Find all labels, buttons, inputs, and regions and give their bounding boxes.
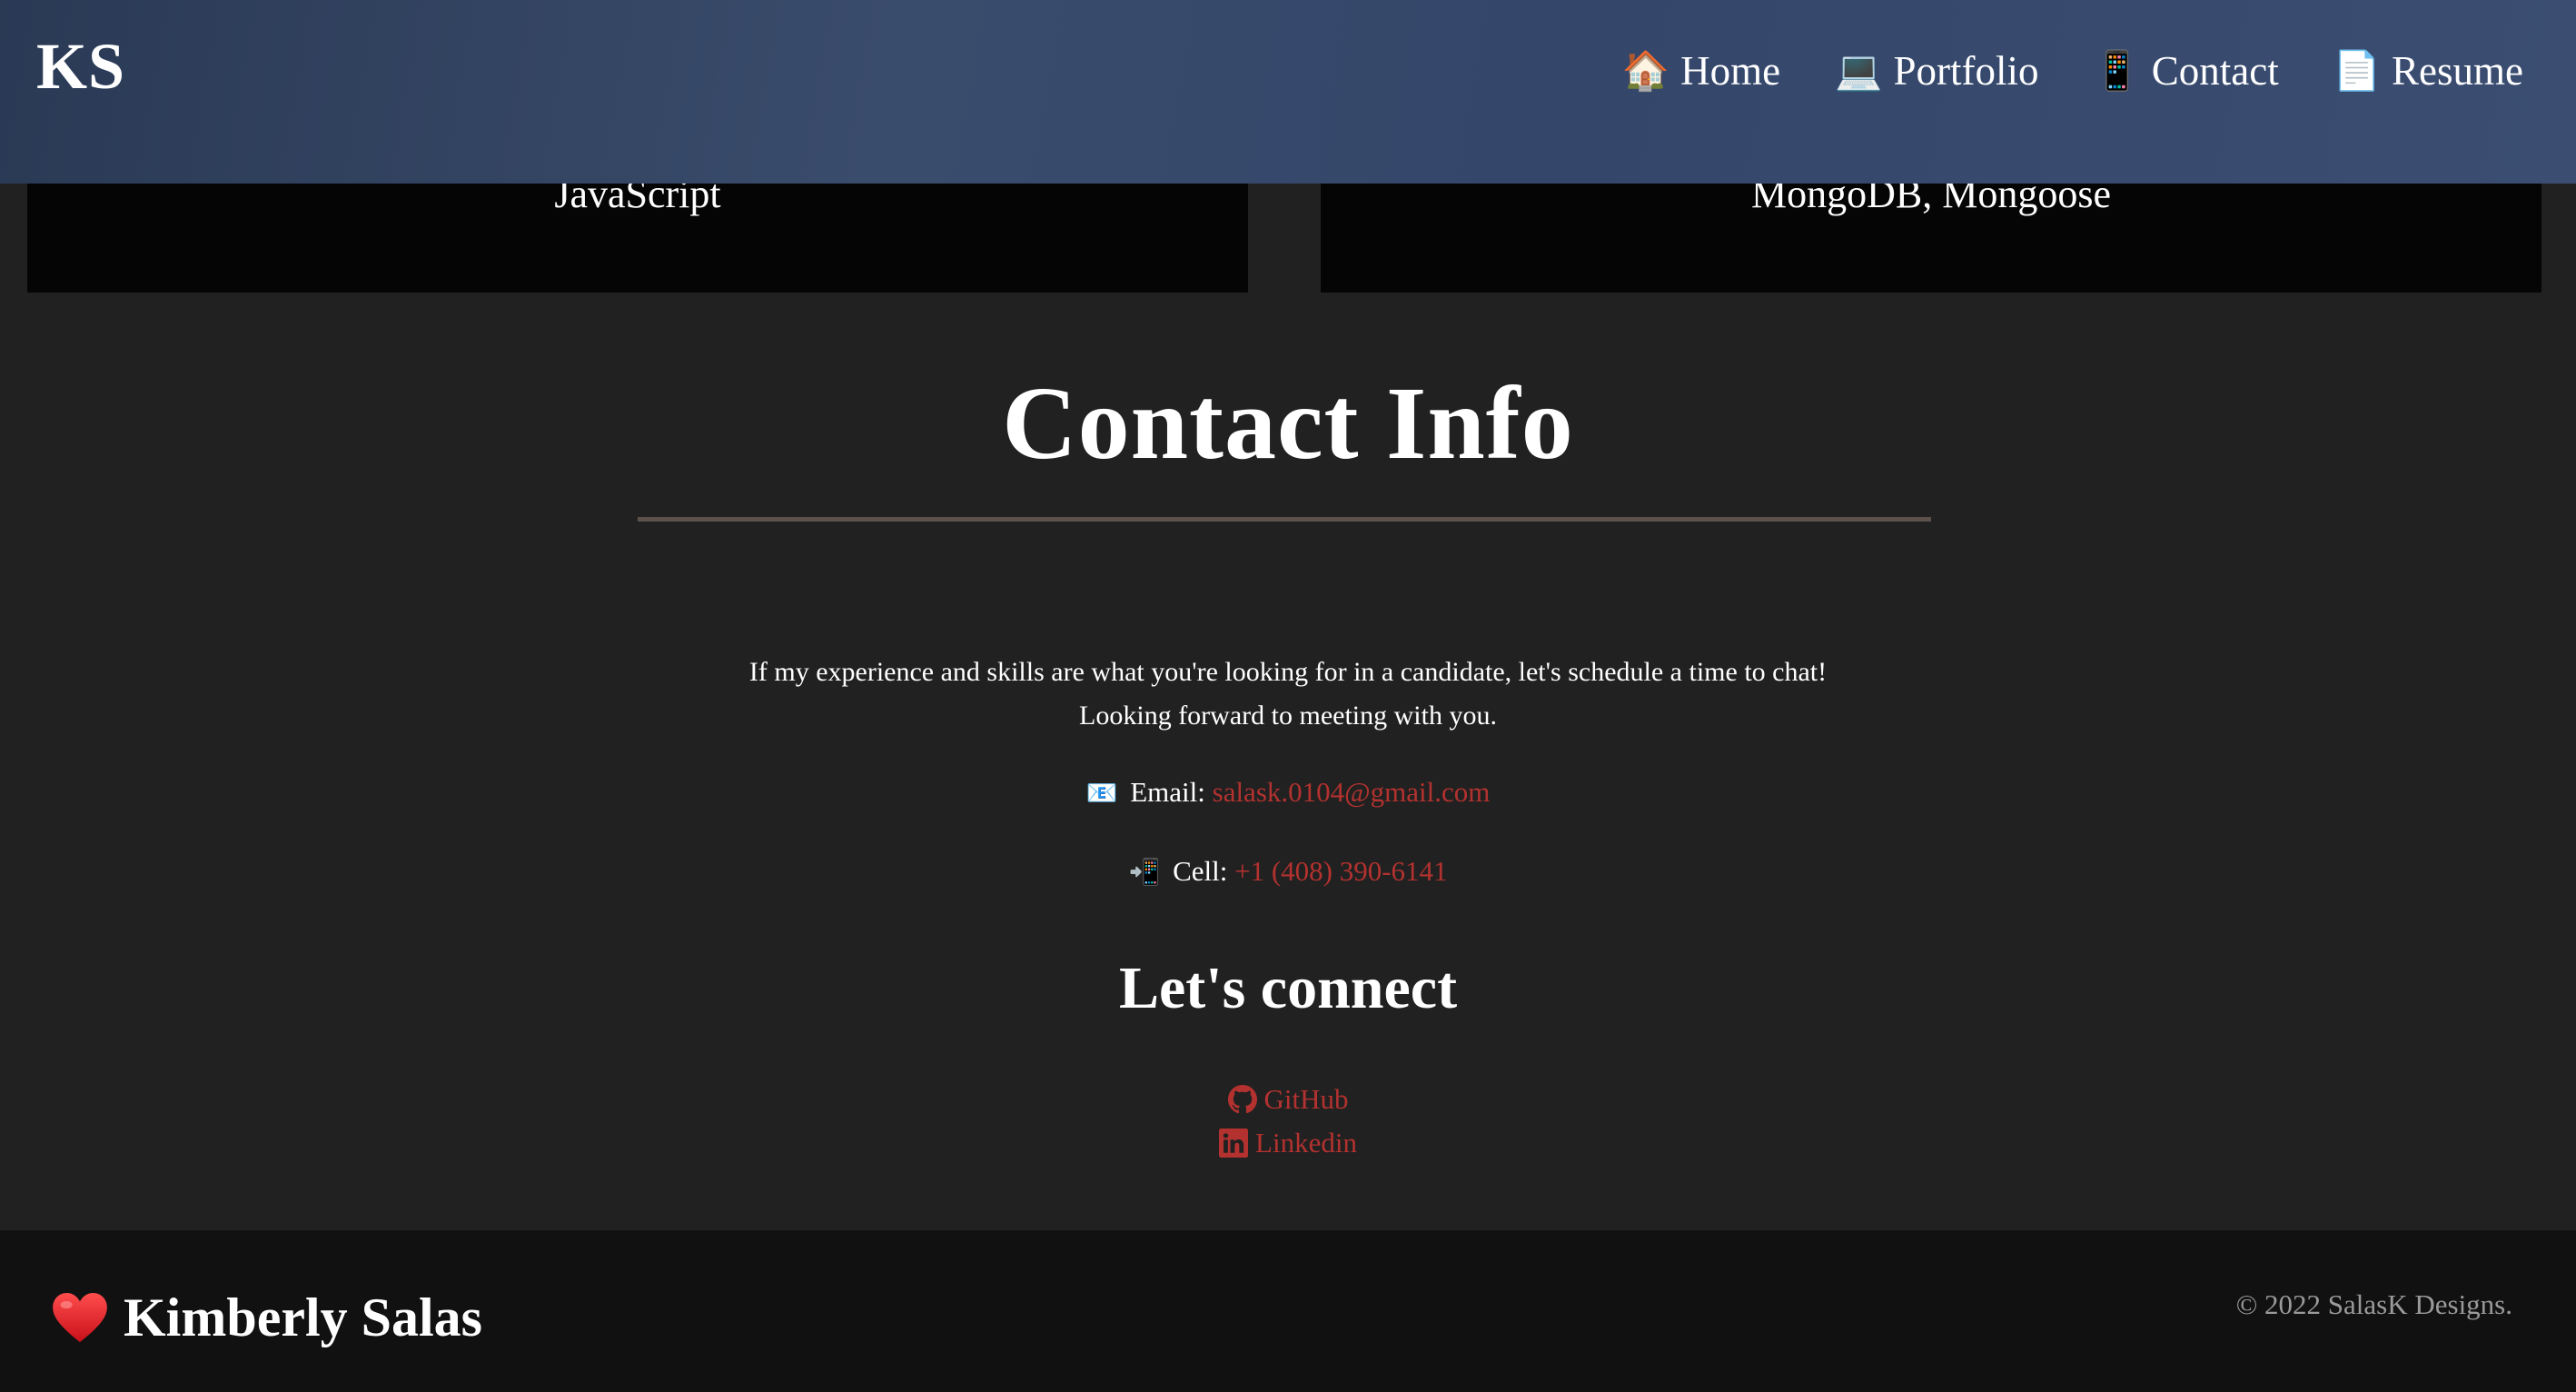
github-row: GitHub <box>0 1083 2576 1121</box>
contact-title: Contact Info <box>1002 365 1574 481</box>
linkedin-label: Linkedin <box>1255 1127 1357 1158</box>
github-icon <box>1227 1085 1257 1114</box>
email-row: 📧 Email: salask.0104@gmail.com <box>0 776 2576 809</box>
nav-item-resume[interactable]: 📄 Resume <box>2333 47 2523 94</box>
section-divider <box>638 517 1931 522</box>
email-icon: 📧 <box>1085 778 1118 808</box>
laptop-icon: 💻 <box>1835 48 1883 93</box>
cell-link[interactable]: +1 (408) 390-6141 <box>1234 855 1447 887</box>
footer-brand: Kimberly Salas <box>53 1287 482 1349</box>
linkedin-icon <box>1219 1129 1249 1158</box>
site-header: KS 🏠 Home 💻 Portfolio 📱 Contact 📄 Resume <box>0 0 2576 184</box>
nav-item-portfolio[interactable]: 💻 Portfolio <box>1835 47 2038 94</box>
site-footer: Kimberly Salas © 2022 SalasK Designs. <box>0 1230 2576 1392</box>
phone-arrow-icon: 📲 <box>1128 857 1161 887</box>
copyright-text: © 2022 SalasK Designs. <box>2235 1288 2512 1320</box>
email-label: Email: <box>1130 776 1205 808</box>
nav-item-home[interactable]: 🏠 Home <box>1622 47 1780 94</box>
intro-line: If my experience and skills are what you… <box>748 657 1828 687</box>
site-logo[interactable]: KS <box>36 29 125 104</box>
footer-name: Kimberly Salas <box>124 1288 483 1347</box>
github-label: GitHub <box>1263 1083 1349 1115</box>
contact-intro: If my experience and skills are what you… <box>0 651 2576 738</box>
nav-item-contact[interactable]: 📱 Contact <box>2093 47 2278 94</box>
document-icon: 📄 <box>2333 48 2382 93</box>
cell-label: Cell: <box>1173 855 1228 887</box>
github-link[interactable]: GitHub <box>1227 1083 1349 1116</box>
connect-title: Let's connect <box>1118 955 1458 1021</box>
email-link[interactable]: salask.0104@gmail.com <box>1213 776 1491 808</box>
mobile-phone-icon: 📱 <box>2093 48 2141 93</box>
nav-item-label: Contact <box>2151 48 2279 94</box>
intro-line: Looking forward to meeting with you. <box>1079 701 1497 731</box>
nav-item-label: Home <box>1680 48 1781 94</box>
linkedin-link[interactable]: Linkedin <box>1219 1127 1357 1159</box>
main-nav: 🏠 Home 💻 Portfolio 📱 Contact 📄 Resume <box>1568 47 2523 94</box>
heart-icon <box>53 1292 107 1342</box>
cell-row: 📲 Cell: +1 (408) 390-6141 <box>0 855 2576 888</box>
nav-item-label: Resume <box>2392 48 2523 94</box>
linkedin-row: Linkedin <box>0 1127 2576 1165</box>
nav-item-label: Portfolio <box>1893 48 2039 94</box>
house-icon: 🏠 <box>1621 48 1670 93</box>
